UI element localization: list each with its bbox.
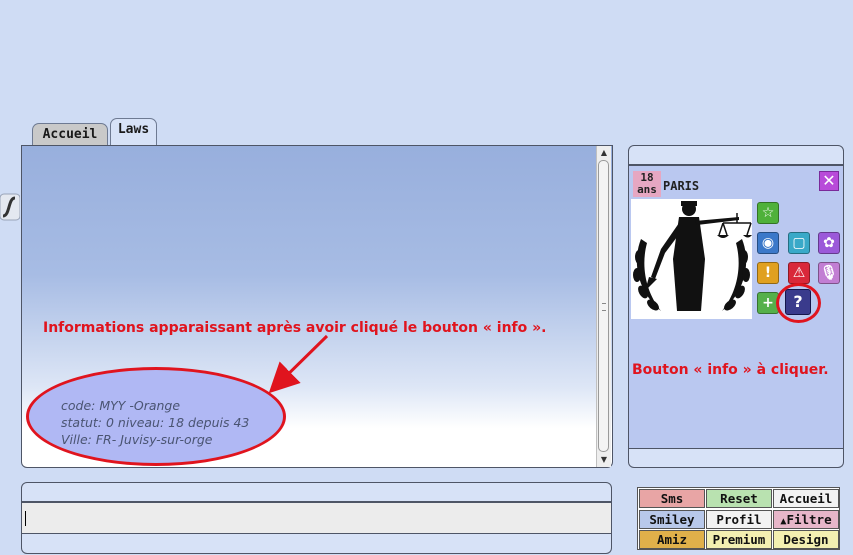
input-footer-bar: [21, 534, 612, 554]
smiley-button[interactable]: Smiley: [639, 510, 705, 529]
input-header-bar: [21, 482, 612, 502]
warning-circle-icon[interactable]: !: [757, 262, 779, 284]
flower-icon[interactable]: ✿: [818, 232, 840, 254]
lady-justice-image: [633, 201, 752, 311]
text-caret: [25, 511, 26, 526]
message-input[interactable]: [21, 502, 612, 534]
profile-footer-bar: [628, 449, 844, 468]
amiz-button[interactable]: Amiz: [639, 530, 705, 549]
alert-triangle-icon[interactable]: ⚠: [788, 262, 810, 284]
filtre-button[interactable]: ▲Filtre: [773, 510, 839, 529]
accueil-button[interactable]: Accueil: [773, 489, 839, 508]
star-icon[interactable]: ☆: [757, 202, 779, 224]
microphone-icon[interactable]: 🎙: [818, 262, 840, 284]
button-annotation-caption: Bouton « info » à cliquer.: [632, 362, 829, 378]
reset-button[interactable]: Reset: [706, 489, 772, 508]
avatar[interactable]: [631, 199, 752, 319]
photo-frame-icon[interactable]: ▢: [788, 232, 810, 254]
age-badge: 18 ans: [633, 171, 661, 197]
design-button[interactable]: Design: [773, 530, 839, 549]
profile-header-bar: [628, 145, 844, 165]
profile-city: PARIS: [663, 179, 700, 193]
sms-button[interactable]: Sms: [639, 489, 705, 508]
premium-button[interactable]: Premium: [706, 530, 772, 549]
arrow-to-info-text: [268, 334, 329, 394]
filtre-label: Filtre: [786, 512, 832, 527]
webcam-icon[interactable]: ◉: [757, 232, 779, 254]
close-icon[interactable]: ✕: [819, 171, 839, 191]
info-button-highlight: [776, 283, 821, 323]
age-unit: ans: [637, 183, 657, 196]
profil-button[interactable]: Profil: [706, 510, 772, 529]
